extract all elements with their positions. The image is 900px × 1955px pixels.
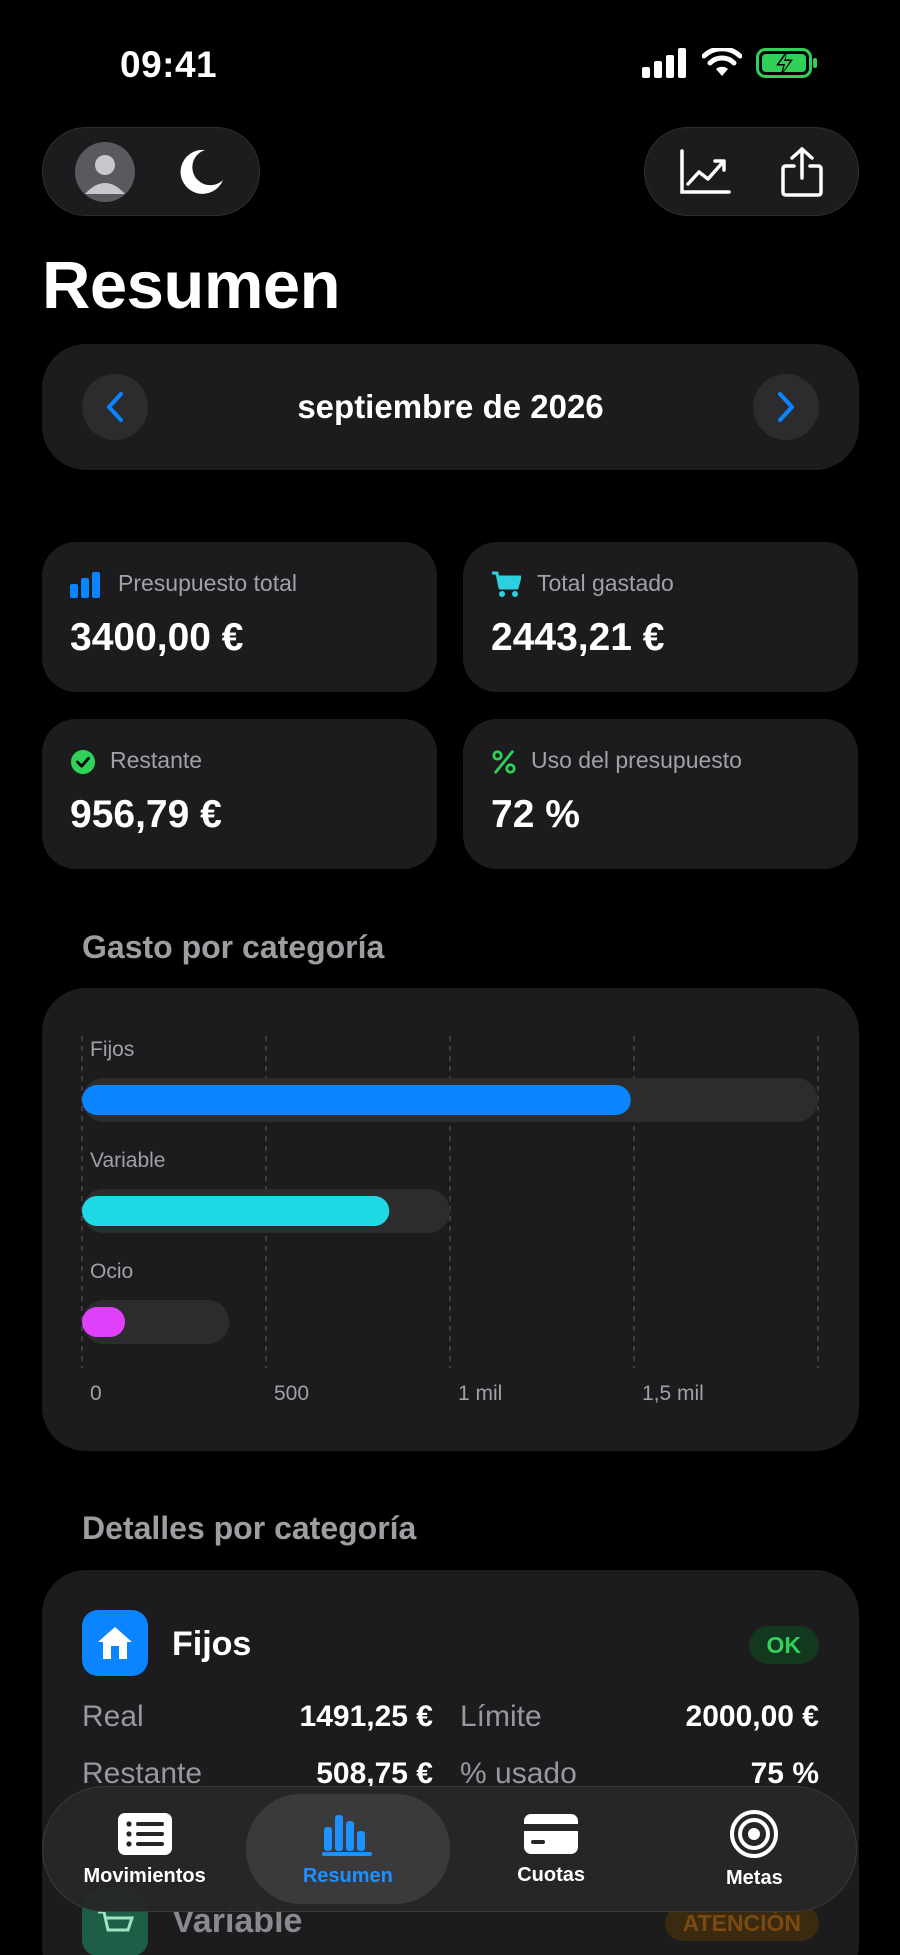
bar-chart: Fijos Variable Ocio 0 500 1 mil 1,5 mil	[81, 1036, 819, 1405]
tab-label: Movimientos	[83, 1864, 206, 1887]
wifi-icon	[702, 48, 742, 76]
cart-icon	[492, 571, 521, 597]
real-value: 1491,25 €	[299, 1700, 433, 1733]
page-title: Resumen	[42, 248, 341, 323]
x-tick-label: 1 mil	[458, 1382, 502, 1405]
status-time: 09:41	[120, 44, 218, 85]
month-label: septiembre de 2026	[297, 388, 604, 425]
category-label: Fijos	[90, 1038, 134, 1061]
top-left-controls	[42, 127, 260, 216]
house-icon	[98, 1627, 132, 1659]
stat-value: 3400,00 €	[70, 616, 244, 659]
profile-avatar-button[interactable]	[75, 141, 135, 202]
chart-section-title: Gasto por categoría	[82, 929, 385, 965]
tab-label: Cuotas	[517, 1863, 586, 1886]
stat-value: 72 %	[491, 793, 580, 836]
category-label: Ocio	[90, 1260, 133, 1283]
status-badge: OK	[748, 1626, 819, 1664]
bar-variable	[82, 1196, 390, 1226]
stat-card-budget-total: Presupuesto total 3400,00 €	[42, 542, 437, 692]
tab-cuotas[interactable]: Cuotas	[450, 1794, 653, 1904]
bar-chart-icon	[70, 572, 100, 598]
real-label: Real	[82, 1700, 144, 1733]
battery-charging-icon	[756, 48, 817, 78]
person-icon	[85, 154, 125, 194]
top-right-controls	[644, 127, 859, 216]
list-icon	[117, 1812, 172, 1855]
credit-card-icon	[524, 1813, 579, 1854]
next-month-button[interactable]	[753, 374, 819, 440]
stat-value: 956,79 €	[70, 793, 222, 836]
bar-chart-icon	[321, 1814, 372, 1856]
checkmark-circle-icon	[70, 749, 96, 775]
stat-value: 2443,21 €	[491, 616, 665, 659]
tab-label: Resumen	[302, 1864, 393, 1887]
x-tick-label: 500	[274, 1382, 309, 1405]
tab-movimientos[interactable]: Movimientos	[43, 1794, 246, 1904]
moon-icon[interactable]	[175, 146, 227, 198]
cellular-signal-icon	[642, 48, 686, 78]
share-icon[interactable]	[780, 146, 824, 198]
limit-label: Límite	[460, 1700, 542, 1733]
tab-bar: Movimientos Resumen Cuotas Metas	[42, 1786, 857, 1912]
limit-value: 2000,00 €	[685, 1700, 819, 1733]
category-icon	[82, 1610, 148, 1676]
x-tick-label: 0	[90, 1382, 102, 1405]
category-name: Fijos	[172, 1625, 252, 1663]
details-section-title: Detalles por categoría	[82, 1510, 417, 1546]
stat-label: Restante	[110, 747, 203, 773]
bar-ocio	[82, 1307, 126, 1337]
tab-metas[interactable]: Metas	[653, 1794, 856, 1904]
tab-label: Metas	[726, 1866, 783, 1889]
percent-icon	[492, 750, 516, 774]
target-icon	[730, 1809, 779, 1858]
month-selector: septiembre de 2026	[42, 344, 859, 470]
stat-card-budget-usage: Uso del presupuesto 72 %	[463, 719, 858, 869]
bar-fijos	[82, 1085, 631, 1115]
stat-label: Presupuesto total	[118, 570, 298, 596]
tab-resumen[interactable]: Resumen	[246, 1794, 450, 1904]
status-icons	[642, 48, 818, 78]
chevron-right-icon	[778, 392, 794, 422]
stat-card-total-spent: Total gastado 2443,21 €	[463, 542, 858, 692]
category-spend-chart: Fijos Variable Ocio 0 500 1 mil 1,5 mil	[42, 988, 859, 1451]
category-label: Variable	[90, 1149, 166, 1172]
x-tick-label: 1,5 mil	[642, 1382, 704, 1405]
stat-card-remaining: Restante 956,79 €	[42, 719, 437, 869]
line-chart-icon[interactable]	[679, 148, 731, 196]
stat-label: Uso del presupuesto	[531, 747, 742, 773]
stat-label: Total gastado	[537, 570, 674, 596]
